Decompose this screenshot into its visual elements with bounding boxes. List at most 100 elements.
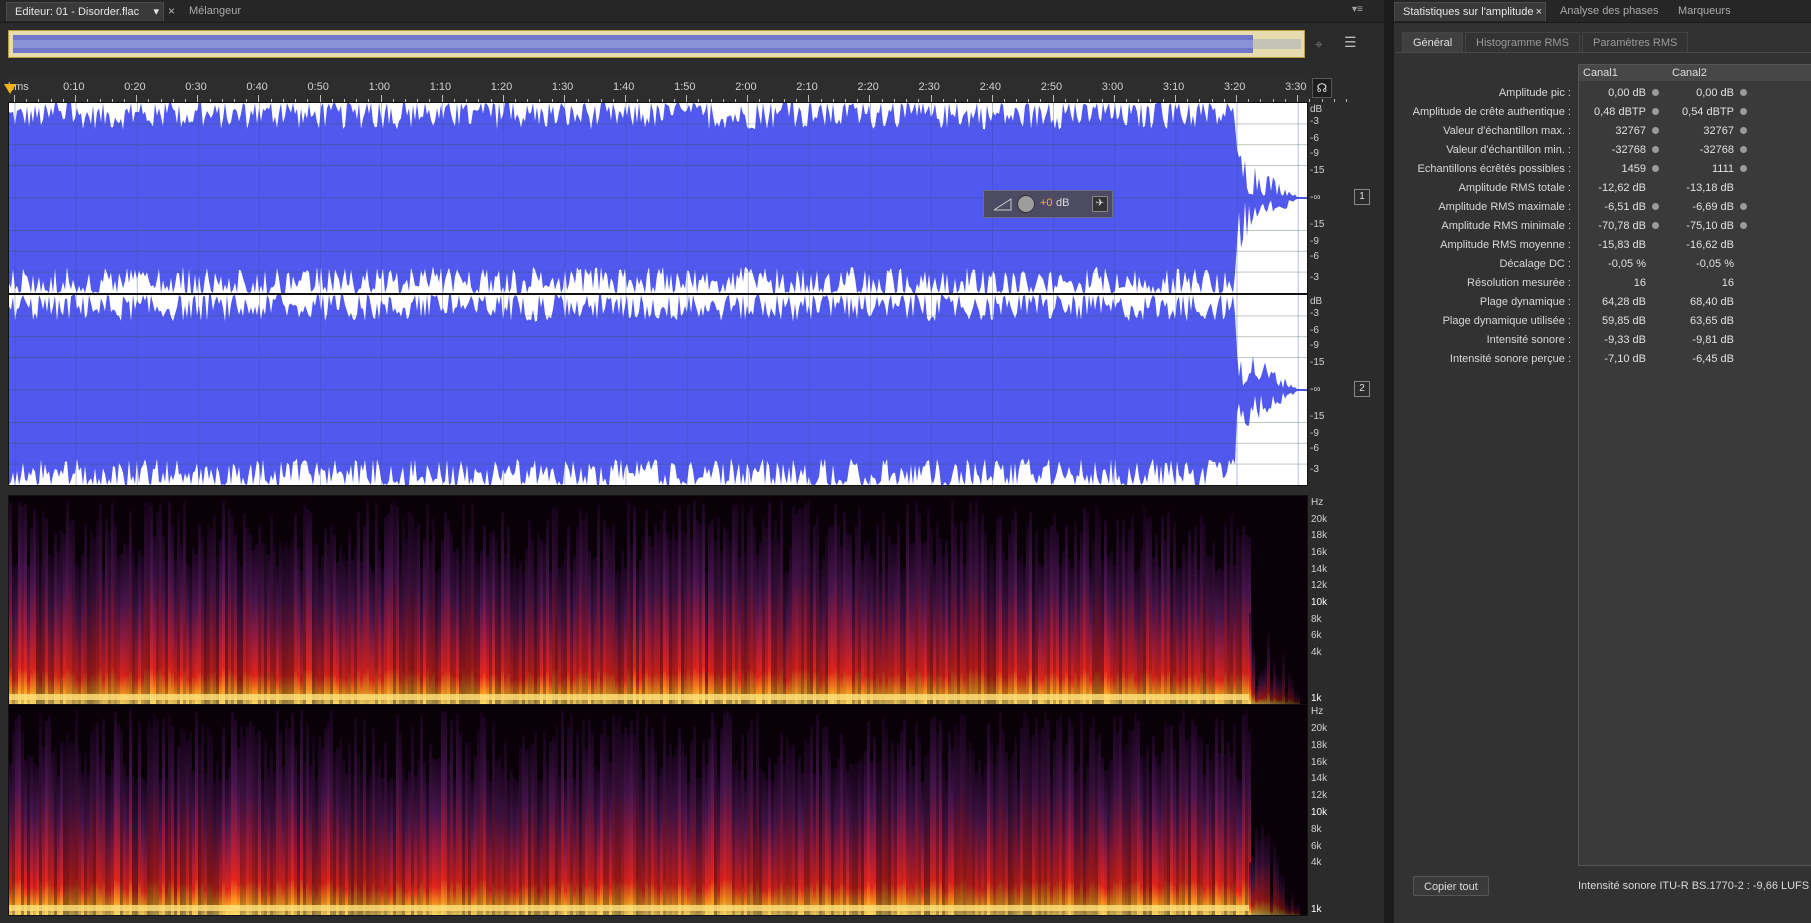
stat-value-canal2[interactable]: 16 <box>1668 274 1734 293</box>
chevron-down-icon[interactable]: ▾ <box>153 3 159 22</box>
tab-markers[interactable]: Marqueurs <box>1670 2 1739 21</box>
spectrogram-column <box>1089 567 1092 704</box>
stat-value-canal1[interactable]: 32767 <box>1580 122 1646 141</box>
stat-value-canal2[interactable]: 63,65 dB <box>1668 312 1734 331</box>
spectrogram-column <box>402 517 405 704</box>
copy-all-button[interactable]: Copier tout <box>1413 876 1489 896</box>
stat-value-canal2[interactable]: 68,40 dB <box>1668 293 1734 312</box>
pin-icon[interactable] <box>1652 222 1659 229</box>
pin-icon[interactable] <box>1740 165 1747 172</box>
stat-value-canal1[interactable]: -7,10 dB <box>1580 350 1646 369</box>
subtab-rms-settings[interactable]: Paramètres RMS <box>1582 32 1689 52</box>
spectrogram-column <box>336 748 339 915</box>
stat-value-canal2[interactable]: -6,69 dB <box>1668 198 1734 217</box>
pin-icon[interactable] <box>1652 127 1659 134</box>
tab-mixer[interactable]: Mélangeur <box>181 2 249 21</box>
panel-splitter[interactable] <box>1384 0 1394 923</box>
spectrogram-column <box>936 522 939 704</box>
spectrogram-column <box>285 719 288 915</box>
stat-value-canal2[interactable]: 0,00 dB <box>1668 84 1734 103</box>
stat-value-canal2[interactable]: -75,10 dB <box>1668 217 1734 236</box>
waveform-channel-2[interactable] <box>8 294 1308 486</box>
spectrogram-column <box>369 774 372 915</box>
spectrogram-channel-1[interactable] <box>8 495 1308 705</box>
stat-value-canal1[interactable]: -9,33 dB <box>1580 331 1646 350</box>
spectrogram-column <box>603 520 606 704</box>
stat-value-canal1[interactable]: 16 <box>1580 274 1646 293</box>
zoom-icon[interactable]: ⌖ <box>1315 36 1323 53</box>
stat-value-canal1[interactable]: 0,48 dBTP <box>1580 103 1646 122</box>
pin-icon[interactable] <box>1740 203 1747 210</box>
stat-value-canal2[interactable]: -16,62 dB <box>1668 236 1734 255</box>
pin-icon[interactable] <box>1652 108 1659 115</box>
pin-icon[interactable] <box>1652 165 1659 172</box>
stat-value-canal2[interactable]: -9,81 dB <box>1668 331 1734 350</box>
stat-value-canal2[interactable]: 0,54 dBTP <box>1668 103 1734 122</box>
close-icon[interactable]: × <box>168 4 175 18</box>
spectrogram-column <box>36 519 39 704</box>
time-ruler[interactable]: hms 0:10 0:20 0:30 0:40 0:50 1:00 1:10 1:20 1:30 1… <box>8 78 1347 103</box>
pin-icon[interactable] <box>1740 108 1747 115</box>
spectrogram-column <box>804 738 807 915</box>
spectrogram-column <box>933 563 936 704</box>
column-header-canal1[interactable]: Canal1 <box>1579 65 1672 81</box>
subtab-rms-histogram[interactable]: Histogramme RMS <box>1465 32 1580 52</box>
tab-phase-analysis[interactable]: Analyse des phases <box>1552 2 1666 21</box>
spectrogram-column <box>171 725 174 915</box>
pin-icon[interactable] <box>1740 127 1747 134</box>
gain-hud[interactable]: +0 dB ✈ <box>983 190 1113 218</box>
spectrogram-column <box>378 550 381 704</box>
pin-icon[interactable] <box>1740 89 1747 96</box>
waveform-channel-1[interactable] <box>8 102 1308 294</box>
spectrogram-column <box>546 761 549 915</box>
spectrogram-column <box>906 503 909 704</box>
stat-value-canal1[interactable]: 1459 <box>1580 160 1646 179</box>
panel-menu-icon[interactable]: ▾≡ <box>1352 4 1363 15</box>
stat-value-canal2[interactable]: -13,18 dB <box>1668 179 1734 198</box>
stat-value-canal2[interactable]: -32768 <box>1668 141 1734 160</box>
headphones-icon[interactable]: ☊ <box>1312 78 1332 98</box>
subtab-general[interactable]: Général <box>1402 32 1464 52</box>
pin-hud-icon[interactable]: ✈ <box>1092 196 1108 212</box>
stat-value-canal1[interactable]: 59,85 dB <box>1580 312 1646 331</box>
close-icon[interactable]: × <box>1536 3 1542 22</box>
spectrogram-column <box>534 568 537 704</box>
playhead-marker-icon[interactable] <box>4 84 16 94</box>
stat-value-canal1[interactable]: 0,00 dB <box>1580 84 1646 103</box>
gain-value[interactable]: +0 <box>1040 197 1053 209</box>
spectrogram-column <box>936 732 939 915</box>
stat-value-canal1[interactable]: 64,28 dB <box>1580 293 1646 312</box>
stat-value-canal1[interactable]: -15,83 dB <box>1580 236 1646 255</box>
tab-amplitude-stats[interactable]: Statistiques sur l'amplitude × <box>1394 2 1546 21</box>
panel-divider[interactable] <box>8 486 1384 494</box>
stat-value-canal2[interactable]: -6,45 dB <box>1668 350 1734 369</box>
spectrogram-column <box>447 520 450 704</box>
pin-icon[interactable] <box>1652 89 1659 96</box>
spectrogram-column <box>651 546 654 704</box>
pin-icon[interactable] <box>1740 146 1747 153</box>
overview-navigator[interactable] <box>8 30 1305 58</box>
stat-value-canal1[interactable]: -6,51 dB <box>1580 198 1646 217</box>
gain-knob-icon[interactable] <box>1017 195 1035 213</box>
stat-value-canal1[interactable]: -32768 <box>1580 141 1646 160</box>
stat-value-canal2[interactable]: 1111 <box>1668 160 1734 179</box>
tab-editor[interactable]: Editeur: 01 - Disorder.flac ▾ <box>6 2 164 21</box>
pin-icon[interactable] <box>1652 203 1659 210</box>
stat-value-canal1[interactable]: -70,78 dB <box>1580 217 1646 236</box>
pin-icon[interactable] <box>1740 222 1747 229</box>
channel-1-badge[interactable]: 1 <box>1354 189 1370 205</box>
stat-value-canal1[interactable]: -0,05 % <box>1580 255 1646 274</box>
time-tick <box>136 95 138 102</box>
stat-value-canal1[interactable]: -12,62 dB <box>1580 179 1646 198</box>
stat-value-canal2[interactable]: -0,05 % <box>1668 255 1734 274</box>
stat-value-canal2[interactable]: 32767 <box>1668 122 1734 141</box>
spectrogram-column <box>1032 566 1035 704</box>
channel-2-badge[interactable]: 2 <box>1354 381 1370 397</box>
pin-icon[interactable] <box>1652 146 1659 153</box>
spectrogram-column <box>861 560 864 704</box>
spectrogram-column <box>1224 753 1227 915</box>
spectrogram-column <box>264 544 267 704</box>
list-icon[interactable]: ☰ <box>1344 34 1357 51</box>
spectrogram-channel-2[interactable] <box>8 704 1308 916</box>
column-header-canal2[interactable]: Canal2 <box>1668 65 1811 81</box>
